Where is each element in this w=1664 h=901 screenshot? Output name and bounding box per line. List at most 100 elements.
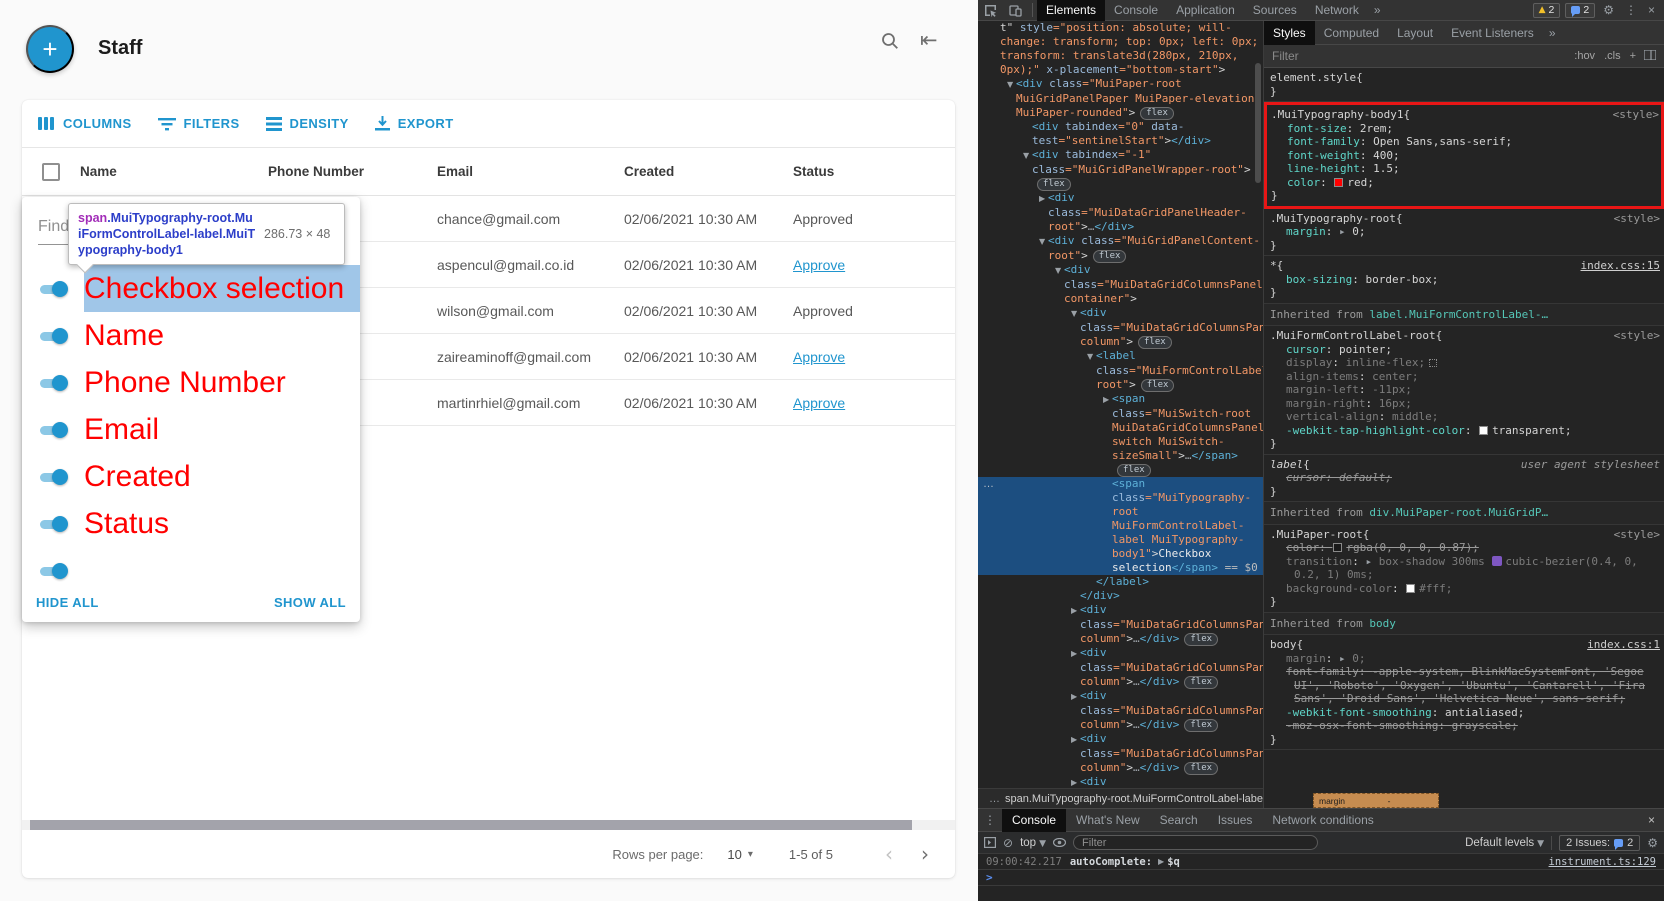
expand-arrow-closed-icon[interactable]: ▶ (1071, 776, 1080, 788)
column-toggle-row[interactable]: Created (22, 453, 360, 500)
previous-page-button[interactable]: ‹ (871, 844, 907, 864)
rule-selector[interactable]: * (1270, 259, 1277, 273)
css-property[interactable]: font-family: -apple-system, BlinkMacSyst… (1270, 665, 1660, 706)
css-property[interactable]: background-color: #fff; (1270, 582, 1660, 596)
drawer-tab-network-conditions[interactable]: Network conditions (1262, 809, 1383, 832)
expand-arrow-icon[interactable]: ▶ (1158, 857, 1164, 866)
settings-gear-icon[interactable]: ⚙ (1600, 3, 1617, 17)
expand-arrow-closed-icon[interactable]: ▶ (1103, 393, 1112, 407)
dom-tree-node[interactable]: ▶ <div class="MuiDataGridPanelHeader-root… (978, 191, 1263, 234)
color-swatch[interactable] (1479, 425, 1489, 435)
flex-badge[interactable]: flex (1184, 719, 1219, 732)
inherited-node-link[interactable]: label.MuiFormControlLabel-… (1369, 308, 1548, 321)
style-rule[interactable]: .MuiPaper-root {<style> color: rgba(0, 0,… (1264, 525, 1664, 613)
column-toggle-row[interactable]: Phone Number (22, 359, 360, 406)
column-header-status[interactable]: Status (793, 164, 955, 179)
css-property[interactable]: color: rgba(0, 0, 0, 0.87); (1270, 541, 1660, 555)
rule-selector[interactable]: element.style (1270, 71, 1356, 85)
css-property[interactable]: -webkit-tap-highlight-color: transparent… (1270, 424, 1660, 438)
flex-badge[interactable]: flex (1037, 178, 1071, 191)
expand-arrow-open-icon[interactable]: ▼ (1071, 307, 1080, 321)
next-page-button[interactable]: › (907, 844, 943, 864)
hide-all-button[interactable]: HIDE ALL (36, 595, 99, 610)
style-rule[interactable]: .MuiTypography-body1 {<style> font-size: … (1264, 102, 1664, 209)
style-rule[interactable]: * {index.css:15 box-sizing: border-box;} (1264, 256, 1664, 304)
dom-tree-node[interactable]: ▼ <div class="MuiGridPanelContent-root"> f… (978, 234, 1263, 263)
flex-badge[interactable]: flex (1184, 633, 1219, 646)
dom-tree-node[interactable]: ▼ <div class="MuiPaper-root MuiGridPanelP… (978, 77, 1263, 120)
tab-layout[interactable]: Layout (1388, 21, 1442, 45)
css-property[interactable]: margin: ▸ 0; (1270, 225, 1660, 239)
console-sidebar-icon[interactable] (984, 837, 996, 848)
expand-arrow-open-icon[interactable]: ▼ (1023, 149, 1032, 163)
search-icon[interactable] (880, 31, 900, 56)
export-button[interactable]: EXPORT (374, 116, 454, 131)
css-property[interactable]: vertical-align: middle; (1270, 410, 1660, 424)
dom-tree-node[interactable]: ▼ <div tabindex="-1" class="MuiGridPanelW… (978, 148, 1263, 191)
style-rule[interactable]: .MuiFormControlLabel-root {<style> cursor… (1264, 326, 1664, 455)
rule-origin[interactable]: index.css:15 (1581, 259, 1660, 273)
expand-arrow-closed-icon[interactable]: ▶ (1071, 647, 1080, 661)
rule-selector[interactable]: body (1270, 638, 1297, 652)
style-rule[interactable]: .MuiTypography-root {<style> margin: ▸ 0;… (1264, 209, 1664, 256)
console-prompt[interactable]: > (978, 870, 1664, 886)
flex-editor-icon[interactable] (1429, 359, 1438, 367)
css-property[interactable]: font-weight: 400; (1271, 149, 1659, 163)
console-filter-input[interactable] (1072, 835, 1318, 850)
approve-link[interactable]: Approve (793, 395, 845, 411)
devtools-tab-sources[interactable]: Sources (1244, 0, 1306, 21)
drawer-kebab-icon[interactable]: ⋮ (978, 813, 1002, 827)
css-property[interactable]: cursor: default; (1270, 471, 1660, 485)
expand-arrow-open-icon[interactable]: ▼ (1039, 235, 1048, 249)
dom-tree-node[interactable]: <span class="MuiTypography-root MuiFormC… (978, 477, 1263, 575)
rule-selector[interactable]: .MuiPaper-root (1270, 528, 1363, 542)
flex-badge[interactable]: flex (1092, 250, 1127, 263)
column-header-email[interactable]: Email (437, 164, 624, 179)
tab-styles[interactable]: Styles (1264, 21, 1315, 45)
log-source-link[interactable]: instrument.ts:129 (1549, 856, 1656, 868)
dom-tree-node[interactable]: ▶ <span class="MuiSwitch-root MuiDataGrid… (978, 392, 1263, 477)
log-value[interactable]: $q (1167, 856, 1180, 868)
drawer-tab-whats-new[interactable]: What's New (1066, 809, 1150, 832)
elements-breadcrumb[interactable]: … span.MuiTypography-root.MuiFormControl… (978, 788, 1264, 808)
style-rule[interactable]: label {user agent stylesheet cursor: defa… (1264, 455, 1664, 502)
dom-tree-node[interactable]: ▼ <label class="MuiFormControlLabel-root"… (978, 349, 1263, 392)
collapse-left-icon[interactable]: ⇤ (920, 30, 938, 51)
approve-link[interactable]: Approve (793, 349, 845, 365)
expand-arrow-closed-icon[interactable]: ▶ (1071, 690, 1080, 704)
dom-tree-node[interactable]: ▶<div class="MuiDataGridColumnsPanel-col… (978, 775, 1263, 788)
scrollbar-thumb[interactable] (30, 820, 912, 830)
dom-tree-node[interactable]: <div tabindex="0" data-test="sentinelSta… (978, 120, 1263, 148)
toggle-switch[interactable] (38, 327, 68, 344)
style-rule[interactable]: body {index.css:1 margin: ▸ 0; font-family… (1264, 635, 1664, 750)
dom-tree-node[interactable]: ▶<div class="MuiDataGridColumnsPanel-col… (978, 732, 1263, 775)
show-all-button[interactable]: SHOW ALL (274, 595, 346, 610)
tab-event-listeners[interactable]: Event Listeners (1442, 21, 1543, 45)
rule-selector[interactable]: label (1270, 458, 1303, 472)
color-swatch[interactable] (1333, 543, 1343, 552)
devtools-tab-elements[interactable]: Elements (1037, 0, 1106, 21)
css-property[interactable]: color: red; (1271, 176, 1659, 190)
column-toggle-row[interactable]: Email (22, 406, 360, 453)
dom-tree-node[interactable]: ▶<div class="MuiDataGridColumnsPanel-col… (978, 689, 1263, 732)
console-settings-gear-icon[interactable]: ⚙ (1647, 836, 1658, 850)
console-log-entry[interactable]: 09:00:42.217 autoComplete: ▶ $q instrume… (978, 854, 1664, 870)
expand-arrow-open-icon[interactable]: ▼ (1055, 264, 1064, 278)
css-property[interactable]: margin-right: 16px; (1270, 397, 1660, 411)
dom-tree-node[interactable]: </label> (978, 575, 1263, 589)
drawer-tab-issues[interactable]: Issues (1208, 809, 1263, 832)
flex-badge[interactable]: flex (1140, 379, 1175, 392)
hover-state-toggle[interactable]: :hov (1574, 50, 1595, 62)
select-all-checkbox[interactable] (42, 162, 60, 181)
cubic-bezier-icon[interactable] (1492, 555, 1503, 566)
more-sidebar-tabs-icon[interactable]: » (1543, 26, 1562, 40)
css-property[interactable]: cursor: pointer; (1270, 343, 1660, 357)
kebab-menu-icon[interactable]: ⋮ (1622, 3, 1640, 17)
log-levels-select[interactable]: Default levels ▼ (1465, 837, 1544, 849)
new-rule-button[interactable]: + (1630, 50, 1636, 62)
toggle-switch[interactable] (38, 468, 68, 485)
dom-tree-node[interactable]: ▼<div class="MuiDataGridColumnsPanel-col… (978, 306, 1263, 349)
flex-badge[interactable]: flex (1137, 336, 1172, 349)
expand-value-icon[interactable]: ▸ (1339, 652, 1352, 665)
expand-value-icon[interactable]: ▸ (1339, 225, 1352, 238)
